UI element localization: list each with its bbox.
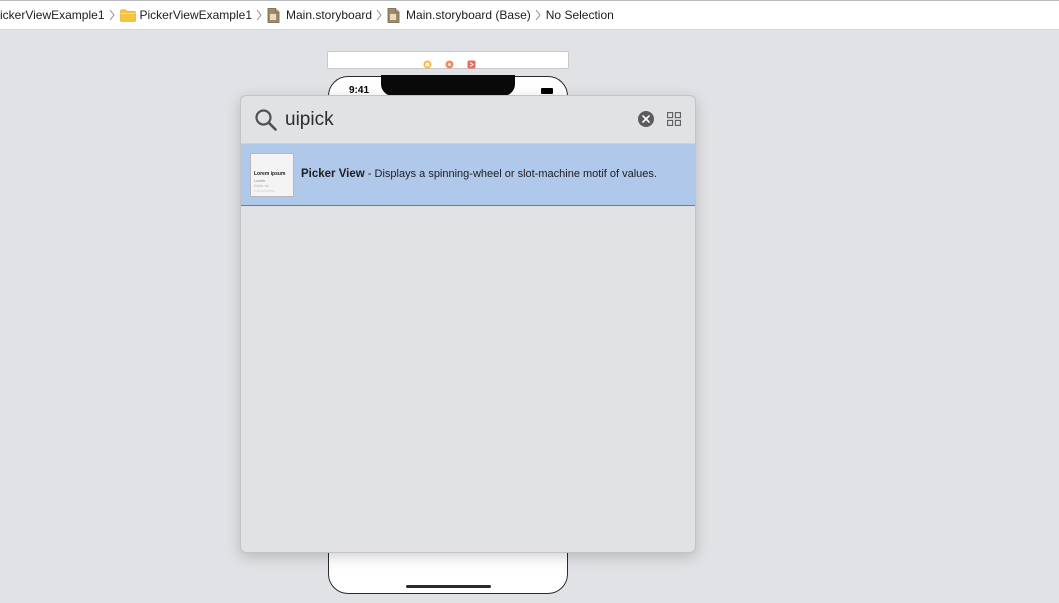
breadcrumb-item-group[interactable]: PickerViewExample1 [119, 8, 253, 22]
library-results-empty-area [241, 206, 695, 552]
library-search-input[interactable] [285, 106, 625, 134]
breadcrumb-project-label: PickerViewExample1 [0, 8, 105, 22]
folder-icon [119, 9, 136, 22]
library-result-picker-view[interactable]: Lorem ipsum Lorem Dolor sit Consectetur … [241, 143, 695, 206]
breadcrumb-item-storyboard[interactable]: Main.storyboard [267, 7, 373, 23]
home-indicator [406, 585, 491, 588]
view-controller-icon[interactable] [423, 56, 432, 69]
thumbnail-line: Consectetur [254, 188, 276, 193]
chevron-right-icon [535, 9, 541, 21]
result-text: Picker View - Displays a spinning-wheel … [301, 168, 657, 180]
breadcrumb-storyboard-label: Main.storyboard [286, 8, 373, 22]
breadcrumb-item-selection[interactable]: No Selection [546, 8, 614, 22]
device-notch [381, 75, 515, 96]
result-title: Picker View [301, 168, 365, 180]
storyboard-document-icon [387, 7, 400, 23]
breadcrumb-item-storyboard-base[interactable]: Main.storyboard (Base) [387, 7, 531, 23]
breadcrumb-storyboard-base-label: Main.storyboard (Base) [406, 8, 531, 22]
exit-icon[interactable] [467, 56, 476, 69]
object-library-popover: Lorem ipsum Lorem Dolor sit Consectetur … [240, 95, 696, 553]
clear-x-circle-icon[interactable] [638, 111, 654, 127]
scene-dock[interactable] [327, 51, 569, 69]
chevron-right-icon [376, 9, 382, 21]
chevron-right-icon [109, 9, 115, 21]
library-search-bar [241, 96, 695, 143]
breadcrumb-item-project[interactable]: PickerViewExample1 [0, 8, 105, 22]
result-separator: - [364, 168, 375, 180]
chevron-right-icon [256, 9, 262, 21]
storyboard-document-icon [267, 7, 280, 23]
grid-view-icon[interactable] [667, 112, 681, 126]
breadcrumb-group-label: PickerViewExample1 [139, 8, 253, 22]
battery-icon [541, 88, 553, 94]
breadcrumb-selection-label: No Selection [545, 8, 614, 22]
result-description: Displays a spinning-wheel or slot-machin… [374, 168, 657, 180]
magnifying-glass-icon [254, 108, 278, 132]
thumbnail-line: Lorem ipsum [254, 171, 286, 177]
first-responder-icon[interactable] [445, 56, 454, 69]
picker-view-thumbnail: Lorem ipsum Lorem Dolor sit Consectetur [250, 153, 294, 197]
breadcrumb: PickerViewExample1 PickerViewExample1 Ma… [0, 0, 1059, 30]
